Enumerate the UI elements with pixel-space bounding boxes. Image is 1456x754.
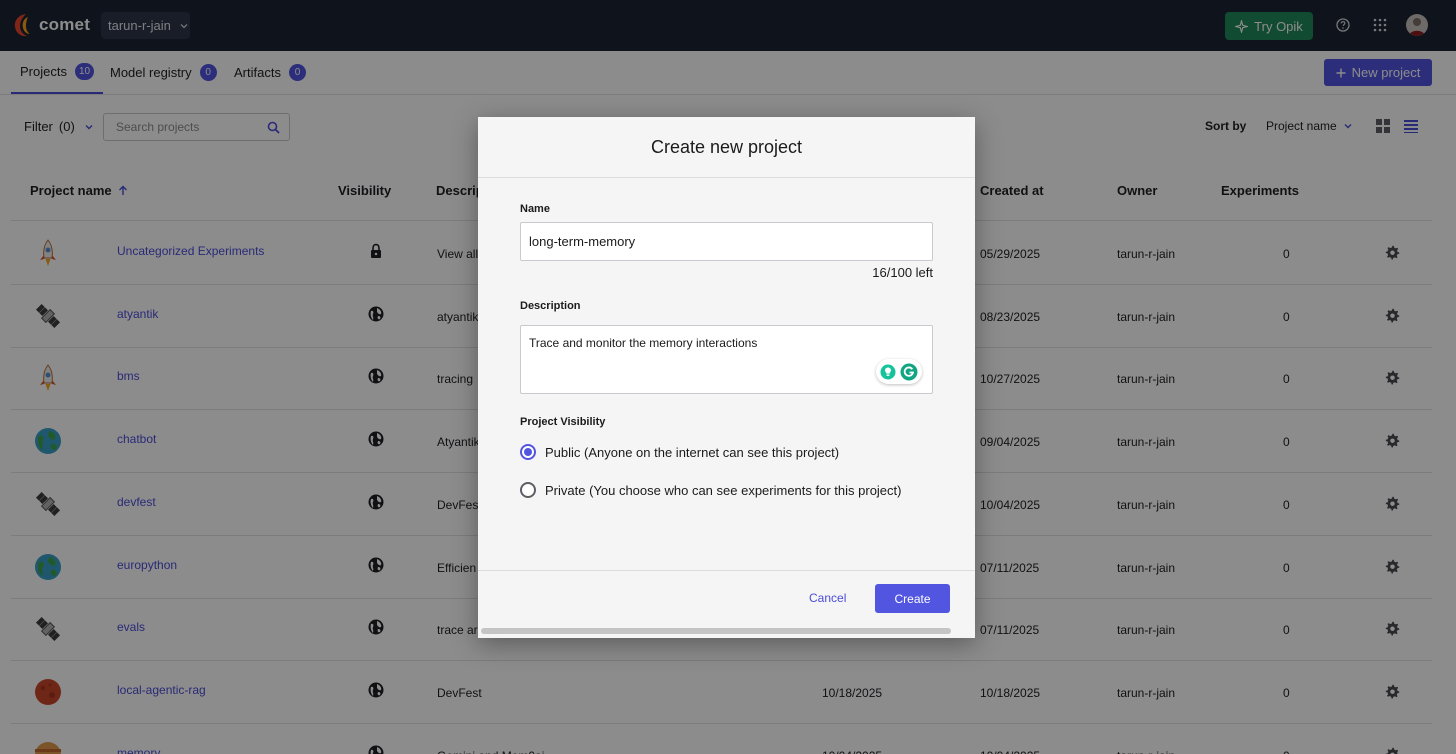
name-char-counter: 16/100 left [872,265,933,280]
visibility-option-private[interactable]: Private (You choose who can see experime… [520,482,901,498]
project-name-input[interactable]: long-term-memory [520,222,933,261]
dialog-title: Create new project [650,137,803,157]
dialog-footer-divider [478,570,975,571]
description-value: Trace and monitor the memory interaction… [529,336,758,350]
visibility-option-public[interactable]: Public (Anyone on the internet can see t… [520,444,839,460]
public-option-label: Public (Anyone on the internet can see t… [545,444,840,460]
private-option-label: Private (You choose who can see experime… [545,482,902,498]
create-button[interactable]: Create [875,584,950,613]
grammarly-widget[interactable] [876,359,922,384]
grammarly-icon [900,363,918,380]
create-project-dialog: Create new project Name long-term-memory… [478,117,975,638]
dialog-divider [478,177,975,178]
name-label: Name [520,203,550,215]
description-label: Description [520,300,581,312]
visibility-label: Project Visibility [520,416,606,428]
description-textarea[interactable]: Trace and monitor the memory interaction… [520,325,933,394]
lightbulb-icon [880,364,896,379]
public-radio[interactable] [520,444,536,460]
dialog-horizontal-scrollbar[interactable] [481,628,951,634]
cancel-button[interactable]: Cancel [809,591,846,605]
project-name-value: long-term-memory [529,234,636,249]
private-radio[interactable] [520,482,536,498]
